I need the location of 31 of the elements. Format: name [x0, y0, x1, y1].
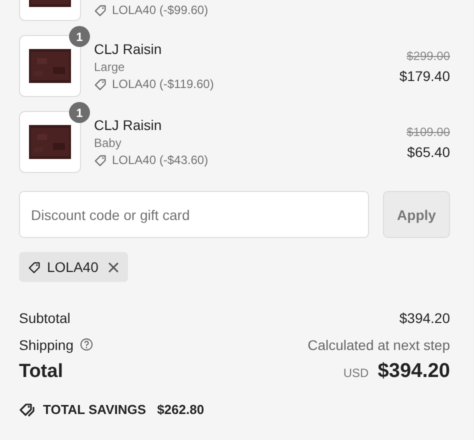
product-name: CLJ Raisin — [94, 41, 163, 57]
original-price: $109.00 — [406, 124, 450, 138]
total-value: $394.20 — [378, 360, 450, 383]
shipping-value: Calculated at next step — [308, 336, 450, 352]
tags-icon — [19, 402, 35, 417]
tag-icon — [94, 154, 107, 166]
product-name: CLJ Raisin — [94, 117, 163, 133]
tag-icon — [94, 4, 107, 16]
discount-code: LOLA40 — [47, 259, 98, 275]
original-price: $299.00 — [406, 48, 450, 62]
quantity-badge: 1 — [69, 102, 90, 123]
currency-code: USD — [343, 366, 369, 380]
shipping-label: Shipping — [19, 336, 74, 352]
quantity-badge: 1 — [69, 26, 90, 47]
tag-icon — [94, 78, 107, 90]
product-variant: Large — [94, 60, 126, 74]
tag-icon — [28, 260, 41, 274]
product-variant: Baby — [94, 136, 122, 150]
price: $65.40 — [407, 144, 450, 160]
discount-code-field[interactable]: Discount code or gift card — [19, 191, 369, 238]
total-label: Total — [19, 361, 63, 383]
discount-label: LOLA40 (-$99.60) — [112, 3, 208, 17]
price: $179.40 — [399, 68, 450, 84]
discount-label: LOLA40 (-$119.60) — [112, 77, 214, 91]
discount-label: LOLA40 (-$43.60) — [112, 153, 208, 167]
apply-button[interactable]: Apply — [383, 191, 450, 238]
help-icon[interactable] — [80, 338, 92, 351]
subtotal-label: Subtotal — [19, 310, 70, 326]
total-savings-label: TOTAL SAVINGS — [43, 402, 146, 417]
subtotal-value: $394.20 — [399, 310, 450, 326]
total-savings-value: $262.80 — [157, 402, 204, 417]
